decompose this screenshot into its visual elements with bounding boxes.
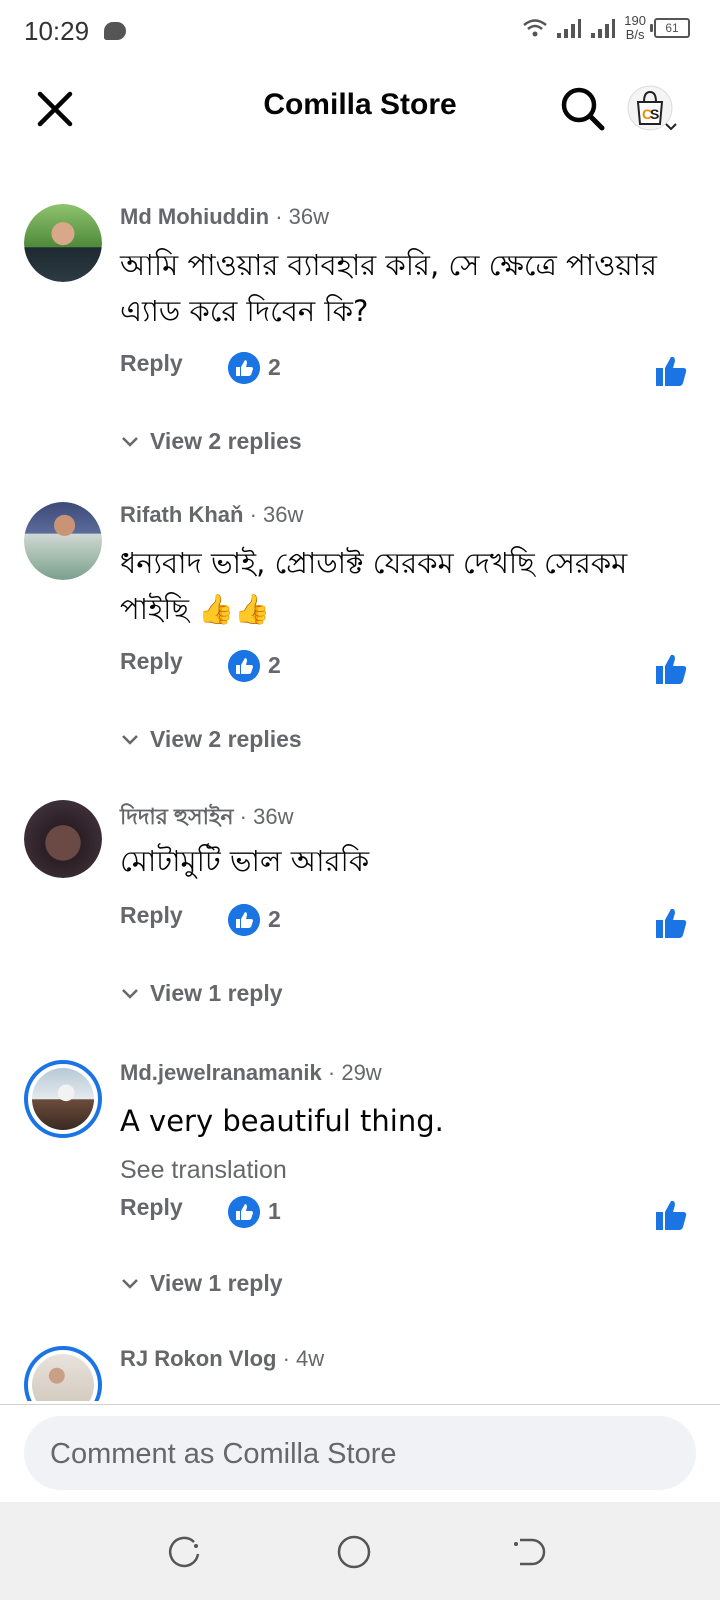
comment-author[interactable]: Md Mohiuddin: [120, 204, 269, 229]
comment-meta: Md Mohiuddin · 36w: [120, 204, 329, 230]
reply-button[interactable]: Reply: [120, 350, 183, 377]
see-translation-link[interactable]: See translation: [120, 1156, 287, 1185]
avatar[interactable]: [24, 1060, 102, 1138]
svg-text:S: S: [650, 106, 659, 122]
like-reaction-icon[interactable]: [228, 1196, 260, 1228]
nav-back-button[interactable]: [508, 1532, 548, 1572]
comment-text: A very beautiful thing.: [120, 1104, 444, 1138]
comments-list[interactable]: Md Mohiuddin · 36w আমি পাওয়ার ব্যাবহার …: [0, 196, 720, 1401]
separator-dot: ·: [275, 204, 289, 229]
separator-dot: ·: [239, 804, 254, 829]
separator-dot: ·: [282, 1346, 297, 1371]
status-time: 10:29: [24, 16, 90, 46]
view-replies-button[interactable]: View 1 reply: [120, 980, 283, 1007]
comment-age: 4w: [296, 1346, 325, 1371]
signal-icon-2: [591, 19, 616, 38]
like-count: 2: [268, 906, 281, 932]
avatar[interactable]: [24, 800, 102, 878]
view-replies-label: View 2 replies: [150, 428, 302, 454]
comment-age: 36w: [288, 204, 329, 229]
reply-button[interactable]: Reply: [120, 1194, 183, 1221]
like-count: 2: [268, 652, 281, 678]
like-count: 2: [268, 354, 281, 380]
nav-recents-button[interactable]: [164, 1532, 204, 1572]
comment-author[interactable]: RJ Rokon Vlog: [120, 1346, 276, 1371]
avatar-image: [24, 502, 102, 580]
chevron-down-icon: [122, 988, 138, 999]
comment-author[interactable]: Md.jewelranamanik: [120, 1060, 322, 1085]
comment-text: আমি পাওয়ার ব্যাবহার করি, সে ক্ষেত্রে পা…: [120, 248, 657, 328]
signal-icon: [557, 19, 582, 38]
comment-age: 29w: [341, 1060, 382, 1085]
page-title: Comilla Store: [263, 88, 457, 121]
view-replies-label: View 2 replies: [150, 726, 302, 752]
network-speed: 190 B/s: [624, 14, 646, 42]
home-icon: [337, 1535, 371, 1569]
like-count: 1: [268, 1198, 281, 1224]
close-button[interactable]: [30, 84, 80, 134]
comment-meta: Md.jewelranamanik · 29w: [120, 1060, 382, 1086]
separator-dot: ·: [249, 502, 264, 527]
chevron-down-icon: [122, 1278, 138, 1289]
comment-meta: RJ Rokon Vlog · 4w: [120, 1346, 324, 1372]
avatar-image: [32, 1354, 94, 1401]
avatar-image: [32, 1068, 94, 1130]
wifi-icon: [523, 19, 548, 37]
like-reaction-icon[interactable]: [228, 352, 260, 384]
nav-home-button[interactable]: [334, 1532, 374, 1572]
view-replies-label: View 1 reply: [150, 980, 283, 1006]
network-speed-unit: B/s: [625, 27, 645, 42]
comment-input[interactable]: [48, 1416, 672, 1492]
status-icons: 190 B/s 61: [522, 14, 690, 42]
comment-text: ধন্যবাদ ভাই, প্রোডাক্ট যেরকম দেখছি সেরকম…: [120, 546, 628, 626]
comment-composer[interactable]: [24, 1416, 696, 1492]
view-replies-button[interactable]: View 2 replies: [120, 726, 302, 753]
like-button[interactable]: [654, 354, 688, 388]
reply-button[interactable]: Reply: [120, 902, 183, 929]
comment-text: মোটামুটি ভাল আরকি: [120, 844, 370, 878]
search-button[interactable]: [558, 84, 608, 134]
top-bar: Comilla Store C S: [0, 70, 720, 146]
avatar-image: [24, 800, 102, 878]
avatar[interactable]: [24, 1346, 102, 1401]
battery-icon: 61: [650, 18, 690, 38]
comment-author[interactable]: দিদার হুসাইন: [120, 804, 234, 829]
like-reaction-icon[interactable]: [228, 650, 260, 682]
system-nav-bar: [0, 1502, 720, 1600]
comment-meta: দিদার হুসাইন · 36w: [120, 800, 293, 837]
comment-author[interactable]: Rifath Khaň: [120, 502, 243, 527]
back-icon: [514, 1538, 546, 1566]
view-replies-button[interactable]: View 2 replies: [120, 428, 302, 455]
store-profile-button[interactable]: C S: [626, 80, 684, 138]
avatar-image: [24, 204, 102, 282]
chat-notification-icon: [104, 22, 126, 40]
chevron-down-icon: [122, 734, 138, 745]
like-button[interactable]: [654, 906, 688, 940]
status-bar: 10:29 190 B/s 61: [0, 0, 720, 66]
reply-button[interactable]: Reply: [120, 648, 183, 675]
separator-dot: ·: [327, 1060, 342, 1085]
close-icon: [37, 91, 73, 127]
avatar[interactable]: [24, 502, 102, 580]
chevron-down-icon: [122, 436, 138, 447]
like-button[interactable]: [654, 652, 688, 686]
network-speed-value: 190: [624, 13, 646, 28]
avatar[interactable]: [24, 204, 102, 282]
comment-meta: Rifath Khaň · 36w: [120, 502, 303, 528]
like-reaction-icon[interactable]: [228, 904, 260, 936]
comment-age: 36w: [253, 804, 294, 829]
comment-age: 36w: [263, 502, 304, 527]
search-icon: [561, 87, 605, 131]
view-replies-button[interactable]: View 1 reply: [120, 1270, 283, 1297]
view-replies-label: View 1 reply: [150, 1270, 283, 1296]
recents-icon: [168, 1536, 200, 1568]
composer-divider: [0, 1404, 720, 1405]
like-button[interactable]: [654, 1198, 688, 1232]
store-logo-icon: C S: [627, 85, 677, 131]
